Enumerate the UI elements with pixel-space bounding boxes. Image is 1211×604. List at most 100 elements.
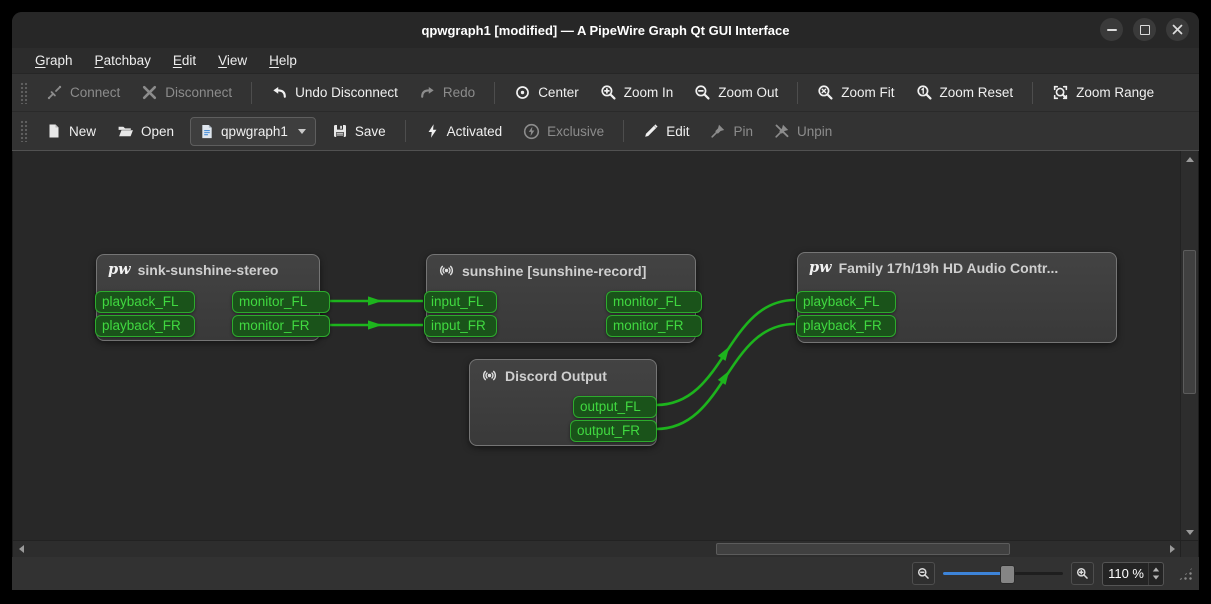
new-button[interactable]: New xyxy=(37,117,105,145)
zoom-out-button[interactable]: Zoom Out xyxy=(685,79,787,107)
arrow-right-icon xyxy=(1169,545,1175,553)
port-output-fl[interactable]: output_FL xyxy=(573,396,657,418)
unpin-icon xyxy=(775,124,789,138)
save-button[interactable]: Save xyxy=(323,117,395,145)
activated-bolt-icon xyxy=(428,124,437,138)
port-playback-fr[interactable]: playback_FR xyxy=(796,315,896,337)
spinbox-steppers[interactable] xyxy=(1148,562,1163,585)
toolbar-separator xyxy=(797,81,799,104)
zoom-percent-value: 110 % xyxy=(1108,566,1144,581)
port-input-fr[interactable]: input_FR xyxy=(424,315,497,337)
scroll-up-button[interactable] xyxy=(1181,151,1198,167)
toolbar-file: New Open qpwgraph1 Save Activated Exclus… xyxy=(12,112,1199,151)
port-output-fr[interactable]: output_FR xyxy=(570,420,657,442)
vertical-scroll-thumb[interactable] xyxy=(1183,250,1196,394)
maximize-icon xyxy=(1139,24,1150,35)
session-file-icon xyxy=(202,124,212,138)
menu-edit[interactable]: Edit xyxy=(164,51,205,70)
window-controls xyxy=(1100,18,1189,41)
disconnect-button[interactable]: Disconnect xyxy=(132,79,241,107)
minimize-icon xyxy=(1106,28,1117,31)
qpwgraph-window: qpwgraph1 [modified] — A PipeWire Graph … xyxy=(12,12,1199,590)
spin-up-icon xyxy=(1152,567,1160,572)
session-selector[interactable]: qpwgraph1 xyxy=(190,116,316,146)
zoom-reset-button[interactable]: Zoom Reset xyxy=(907,79,1023,107)
toolbar-separator xyxy=(251,81,253,104)
undo-disconnect-button[interactable]: Undo Disconnect xyxy=(262,79,407,107)
scroll-left-button[interactable] xyxy=(13,541,29,557)
center-button[interactable]: Center xyxy=(505,79,588,107)
zoom-percent-spinbox[interactable]: 110 % xyxy=(1102,561,1164,586)
titlebar[interactable]: qpwgraph1 [modified] — A PipeWire Graph … xyxy=(12,12,1199,48)
zoom-out-icon xyxy=(917,567,929,579)
vertical-scrollbar[interactable] xyxy=(1180,151,1198,540)
port-playback-fl[interactable]: playback_FL xyxy=(796,291,896,313)
pin-button[interactable]: Pin xyxy=(701,117,762,145)
zoom-in-button[interactable]: Zoom In xyxy=(591,79,683,107)
port-playback-fl[interactable]: playback_FL xyxy=(95,291,195,313)
zoom-out-icon xyxy=(695,85,710,100)
resize-grip[interactable] xyxy=(1178,566,1194,581)
menu-patchbay[interactable]: Patchbay xyxy=(86,51,160,70)
activated-button[interactable]: Activated xyxy=(416,117,512,145)
menu-help[interactable]: Help xyxy=(260,51,306,70)
exclusive-button[interactable]: Exclusive xyxy=(514,117,613,145)
horizontal-scroll-thumb[interactable] xyxy=(716,543,1010,555)
close-icon xyxy=(1172,24,1183,35)
unpin-button[interactable]: Unpin xyxy=(765,117,841,145)
port-monitor-fr[interactable]: monitor_FR xyxy=(606,315,702,337)
vertical-scroll-track[interactable] xyxy=(1181,167,1198,524)
screen: qpwgraph1 [modified] — A PipeWire Graph … xyxy=(0,0,1211,604)
menubar: Graph Patchbay Edit View Help xyxy=(12,48,1199,74)
edit-pencil-icon xyxy=(645,124,658,137)
toolbar-drag-handle[interactable] xyxy=(20,81,28,104)
menu-graph[interactable]: Graph xyxy=(26,51,82,70)
zoom-slider[interactable] xyxy=(943,564,1063,584)
close-button[interactable] xyxy=(1166,18,1189,41)
spin-down-icon xyxy=(1152,575,1160,580)
arrow-left-icon xyxy=(18,545,24,553)
save-icon xyxy=(333,125,346,137)
redo-icon xyxy=(421,86,434,98)
zoom-in-icon xyxy=(601,85,616,100)
port-monitor-fl[interactable]: monitor_FL xyxy=(232,291,330,313)
session-selector-value: qpwgraph1 xyxy=(221,123,288,139)
connect-button[interactable]: Connect xyxy=(37,79,129,107)
zoom-reset-icon xyxy=(916,85,932,100)
zoom-range-button[interactable]: Zoom Range xyxy=(1043,79,1163,107)
menu-view[interactable]: View xyxy=(209,51,256,70)
connection-arrow-icon xyxy=(368,320,382,330)
zoom-in-small-button[interactable] xyxy=(1071,562,1094,585)
zoom-fit-button[interactable]: Zoom Fit xyxy=(808,79,903,107)
toolbar-drag-handle[interactable] xyxy=(20,120,28,142)
scroll-right-button[interactable] xyxy=(1164,541,1180,557)
open-button[interactable]: Open xyxy=(108,117,183,145)
scrollbar-corner xyxy=(1180,541,1198,557)
port-monitor-fl[interactable]: monitor_FL xyxy=(606,291,702,313)
port-monitor-fr[interactable]: monitor_FR xyxy=(232,315,330,337)
redo-button[interactable]: Redo xyxy=(410,79,484,107)
toolbar-separator xyxy=(404,120,406,142)
connection-arrow-icon xyxy=(368,296,382,306)
minimize-button[interactable] xyxy=(1100,18,1123,41)
arrow-up-icon xyxy=(1185,156,1194,162)
horizontal-scroll-track[interactable] xyxy=(29,541,1164,557)
graph-canvas[interactable]: pw sink-sunshine-stereo playback_FL play… xyxy=(13,151,1180,540)
slider-handle[interactable] xyxy=(1000,565,1015,584)
connections-layer xyxy=(329,296,796,431)
edit-button[interactable]: Edit xyxy=(634,117,698,145)
toolbar-separator xyxy=(1032,81,1034,104)
port-input-fl[interactable]: input_FL xyxy=(424,291,497,313)
exclusive-icon xyxy=(524,123,540,139)
center-icon xyxy=(516,86,530,99)
toolbar-separator xyxy=(494,81,496,104)
zoom-range-icon xyxy=(1053,85,1068,100)
connect-icon xyxy=(47,85,62,100)
horizontal-scrollbar[interactable] xyxy=(13,541,1180,557)
zoom-out-small-button[interactable] xyxy=(912,562,935,585)
port-playback-fr[interactable]: playback_FR xyxy=(95,315,195,337)
maximize-button[interactable] xyxy=(1133,18,1156,41)
scroll-down-button[interactable] xyxy=(1181,524,1198,540)
disconnect-icon xyxy=(143,85,157,100)
statusbar: 110 % xyxy=(12,557,1199,590)
